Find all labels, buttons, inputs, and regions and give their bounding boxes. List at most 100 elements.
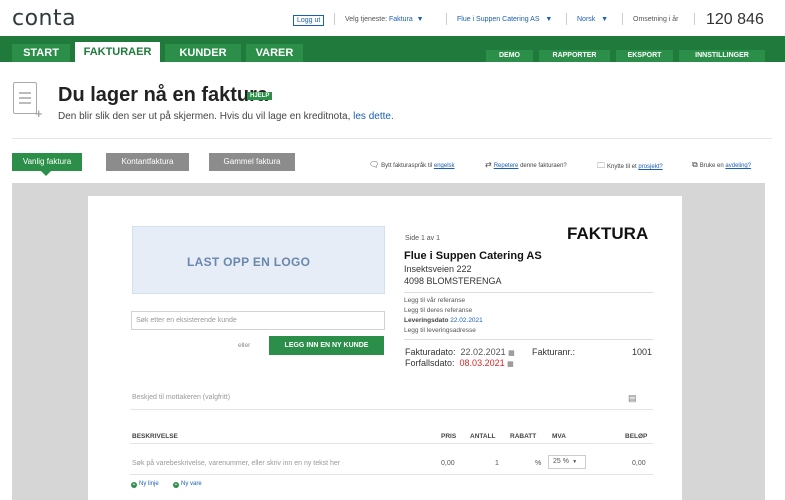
new-customer-button[interactable]: LEGG INN EN NY KUNDE — [269, 336, 384, 355]
add-line-button[interactable]: + Ny linje — [131, 481, 159, 488]
due-date-label: Forfallsdato: — [405, 358, 455, 368]
message-input[interactable]: Beskjed til mottakeren (valgfritt) — [132, 394, 230, 401]
company-value[interactable]: Flue i Suppen Catering AS — [457, 16, 540, 23]
invoice-date[interactable]: Fakturadato: 22.02.2021 ▦ — [405, 347, 515, 357]
column-header-quantity: ANTALL — [470, 433, 496, 440]
column-header-price: PRIS — [441, 433, 457, 440]
divider — [404, 292, 653, 293]
option-label: Bruke en — [699, 163, 724, 169]
repeat-option[interactable]: ⇄ Repetere denne fakturaen? — [485, 160, 567, 169]
company-selector[interactable]: Flue i Suppen Catering AS ▼ — [457, 16, 552, 23]
top-bar: conta Logg ut Velg tjeneste: Faktura ▼ F… — [0, 0, 785, 36]
turnover-label: Omsetning i år — [633, 16, 679, 23]
divider — [404, 339, 653, 340]
option-label: Knytte til et — [607, 164, 637, 170]
chevron-down-icon: ▼ — [570, 459, 578, 465]
address-line: 4098 BLOMSTERENGA — [404, 276, 502, 286]
tab-demo[interactable]: DEMO — [486, 50, 533, 62]
line-quantity-input[interactable]: 1 — [495, 460, 499, 467]
department-link[interactable]: avdeling? — [725, 163, 751, 169]
english-link[interactable]: engelsk — [434, 163, 455, 169]
language-value[interactable]: Norsk — [577, 16, 595, 23]
message-icon[interactable]: ▤ — [628, 393, 637, 404]
tab-kunder[interactable]: KUNDER — [165, 44, 241, 62]
cash-invoice-button[interactable]: Kontantfaktura — [106, 153, 189, 171]
tab-varer[interactable]: VARER — [246, 44, 303, 62]
due-date-value[interactable]: 08.03.2021 — [460, 358, 505, 368]
company-name[interactable]: Flue i Suppen Catering AS — [404, 250, 542, 262]
old-invoice-button[interactable]: Gammel faktura — [209, 153, 295, 171]
tab-fakturaer[interactable]: FAKTURAER — [75, 42, 160, 62]
column-header-vat: MVA — [552, 433, 566, 440]
invoice-heading: FAKTURA — [567, 224, 649, 243]
divider — [130, 409, 653, 410]
add-product-button[interactable]: + Ny vare — [173, 481, 202, 488]
language-selector[interactable]: Norsk ▼ — [577, 16, 608, 23]
calendar-icon[interactable]: ▦ — [507, 361, 514, 368]
divider — [334, 13, 335, 25]
add-product-label: Ny vare — [181, 481, 202, 487]
invoice-number-label: Fakturanr.: — [532, 347, 576, 357]
due-date[interactable]: Forfallsdato: 08.03.2021 ▦ — [405, 358, 514, 368]
add-line-label: Ny linje — [139, 481, 159, 487]
plus-icon: + — [173, 482, 179, 488]
help-button[interactable]: HJELP — [247, 92, 273, 100]
conta-logo[interactable]: conta — [12, 6, 76, 31]
add-our-reference[interactable]: Legg til vår referanse — [404, 297, 465, 304]
repeat-icon: ⇄ — [485, 160, 492, 169]
customer-search-input[interactable]: Søk etter en eksisterende kunde — [131, 311, 385, 330]
logo-upload-label[interactable]: LAST OPP EN LOGO — [187, 255, 310, 269]
logout-button[interactable]: Logg ut — [293, 15, 325, 26]
tab-eksport[interactable]: EKSPORT — [616, 50, 673, 62]
line-price-input[interactable]: 0,00 — [441, 460, 455, 467]
page-subtitle: Den blir slik den ser ut på skjermen. Hv… — [58, 111, 394, 122]
divider — [566, 13, 567, 25]
or-label: eller — [238, 342, 251, 349]
column-header-discount: RABATT — [510, 433, 537, 440]
active-pointer — [41, 171, 51, 176]
line-discount-input[interactable]: % — [535, 460, 541, 467]
service-value[interactable]: Faktura — [389, 16, 413, 23]
add-their-reference[interactable]: Legg til deres referanse — [404, 307, 472, 314]
delivery-date-value[interactable]: 22.02.2021 — [450, 317, 483, 324]
option-label: denne fakturaen? — [520, 163, 567, 169]
line-description-input[interactable]: Søk på varebeskrivelse, varenummer, elle… — [132, 460, 340, 467]
tab-innstillinger[interactable]: INNSTILLINGER — [679, 50, 765, 62]
vat-value: 25 % — [553, 458, 569, 465]
calendar-icon[interactable]: ▦ — [508, 350, 515, 357]
credit-note-link[interactable]: les dette. — [353, 111, 394, 122]
vat-select[interactable]: 25 % ▼ — [548, 455, 586, 469]
chat-icon: 🗨 — [369, 160, 380, 169]
tab-rapporter[interactable]: RAPPORTER — [539, 50, 610, 62]
subtitle-text: Den blir slik den ser ut på skjermen. Hv… — [58, 111, 351, 122]
normal-invoice-button[interactable]: Vanlig faktura — [12, 153, 82, 171]
add-delivery-address[interactable]: Legg til leveringsadresse — [404, 327, 476, 334]
change-language-option[interactable]: 🗨 Bytt fakturaspråk til engelsk — [369, 160, 455, 169]
chevron-down-icon[interactable]: ▼ — [415, 16, 424, 23]
column-header-description: BESKRIVELSE — [132, 433, 178, 440]
divider — [12, 138, 772, 139]
delivery-date[interactable]: Leveringsdato 22.02.2021 — [404, 317, 483, 324]
delivery-address-link[interactable]: Legg til leveringsadresse — [404, 327, 476, 334]
tab-start[interactable]: START — [12, 44, 70, 62]
repeat-link[interactable]: Repetere — [494, 163, 519, 169]
column-header-amount: BELØP — [625, 433, 648, 440]
divider — [694, 13, 695, 25]
invoice-number-value[interactable]: 1001 — [632, 347, 652, 357]
project-option[interactable]: 🗀 Knytte til et prosjekt? — [597, 160, 663, 174]
divider — [622, 13, 623, 25]
chevron-down-icon[interactable]: ▼ — [597, 16, 608, 23]
department-option[interactable]: ⧉ Bruke en avdeling? — [692, 160, 751, 170]
plus-icon: + — [35, 106, 43, 121]
delivery-date-label: Leveringsdato — [404, 317, 449, 324]
invoice-date-label: Fakturadato: — [405, 347, 456, 357]
service-selector[interactable]: Velg tjeneste: Faktura ▼ — [345, 16, 424, 23]
invoice-date-value[interactable]: 22.02.2021 — [461, 347, 506, 357]
their-reference-link[interactable]: Legg til deres referanse — [404, 307, 472, 314]
line-amount: 0,00 — [632, 460, 646, 467]
chevron-down-icon[interactable]: ▼ — [541, 16, 552, 23]
divider — [130, 443, 653, 444]
service-label: Velg tjeneste: — [345, 16, 388, 23]
our-reference-link[interactable]: Legg til vår referanse — [404, 297, 465, 304]
project-link[interactable]: prosjekt? — [638, 164, 662, 170]
